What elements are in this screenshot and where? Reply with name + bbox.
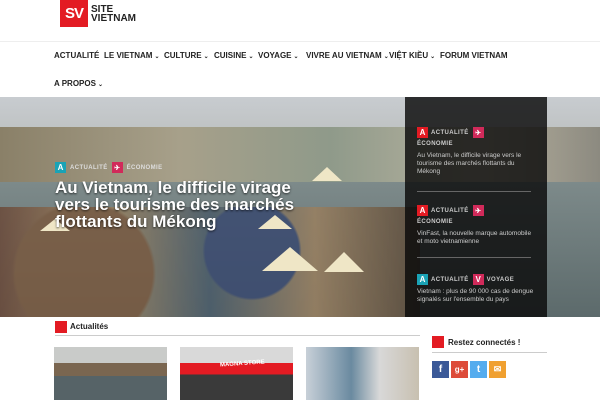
logo-line-2: VIETNAM (91, 12, 136, 24)
nav-item-culture[interactable]: CULTURE ⌄ (164, 51, 209, 60)
news-section-header: Actualités (55, 320, 420, 336)
hero-title[interactable]: Au Vietnam, le difficile virage vers le … (55, 179, 300, 230)
site-header: SV SITE VIETNAM (0, 0, 600, 42)
story-item[interactable]: A ACTUALITÉ V VOYAGE Vietnam : plus de 9… (417, 274, 535, 304)
chevron-down-icon: ⌄ (97, 82, 103, 88)
hero-categories: A ACTUALITÉ ✈ ÉCONOMIE (55, 162, 166, 173)
story-category[interactable]: ÉCONOMIE (417, 219, 453, 225)
chevron-down-icon: ⌄ (248, 54, 254, 60)
widget-title: Restez connectés ! (448, 338, 521, 347)
divider (432, 352, 547, 353)
logo-mark: SV (60, 0, 88, 27)
google-plus-icon[interactable]: g+ (451, 361, 468, 378)
nav-item-viet-kieu[interactable]: VIỆT KIỀU ⌄ (389, 51, 435, 60)
plane-icon: ✈ (111, 162, 123, 173)
plane-icon: ✈ (472, 127, 484, 138)
nav-item-a-propos[interactable]: A PROPOS ⌄ (54, 79, 103, 88)
story-item[interactable]: A ACTUALITÉ ✈ ÉCONOMIE Au Vietnam, le di… (417, 127, 535, 176)
story-item[interactable]: A ACTUALITÉ ✈ ÉCONOMIE VinFast, la nouve… (417, 205, 535, 246)
twitter-icon[interactable]: t (470, 361, 487, 378)
nav-item-le-vietnam[interactable]: LE VIETNAM ⌄ (104, 51, 159, 60)
nav-item-label: VIỆT KIỀU (389, 51, 429, 60)
nav-item-voyage[interactable]: VOYAGE ⌄ (258, 51, 299, 60)
bell-icon (55, 321, 67, 333)
pen-icon (432, 336, 444, 348)
nav-item-label: VOYAGE (258, 51, 292, 60)
category-badge-icon: A (417, 127, 428, 138)
divider (417, 257, 531, 258)
nav-item-label: CULTURE (164, 51, 202, 60)
category-badge-icon: V (472, 274, 484, 285)
nav-item-label: CUISINE (214, 51, 247, 60)
social-widget-header: Restez connectés ! (432, 334, 547, 354)
section-title: Actualités (70, 322, 109, 331)
story-category[interactable]: ÉCONOMIE (417, 141, 453, 147)
hero-category[interactable]: ACTUALITÉ (70, 165, 108, 171)
news-thumbnail[interactable] (306, 347, 419, 400)
facebook-icon[interactable]: f (432, 361, 449, 378)
chevron-down-icon: ⌄ (430, 54, 436, 60)
story-category[interactable]: ACTUALITÉ (431, 208, 469, 214)
hero-story-list: A ACTUALITÉ ✈ ÉCONOMIE Au Vietnam, le di… (405, 97, 547, 317)
news-thumbnail[interactable]: MAGNA STORE (180, 347, 293, 400)
chevron-down-icon: ⌄ (154, 54, 160, 60)
thumbnail-sign: MAGNA STORE (219, 359, 265, 369)
divider (417, 191, 531, 192)
social-links: f g+ t ✉ (432, 361, 508, 378)
chevron-down-icon: ⌄ (203, 54, 209, 60)
divider (55, 335, 420, 336)
nav-item-forum-vietnam[interactable]: FORUM VIETNAM (440, 51, 508, 60)
nav-item-actualite[interactable]: ACTUALITÉ (54, 51, 99, 60)
chevron-down-icon: ⌄ (383, 54, 389, 60)
nav-item-label: VIVRE AU VIETNAM (306, 51, 382, 60)
plane-icon: ✈ (472, 205, 484, 216)
category-badge-icon: A (417, 274, 428, 285)
category-badge-icon: A (55, 162, 66, 173)
nav-item-label: A PROPOS (54, 79, 96, 88)
story-category[interactable]: ACTUALITÉ (431, 277, 469, 283)
story-title[interactable]: VinFast, la nouvelle marque automobile e… (417, 230, 535, 246)
hero-category[interactable]: ÉCONOMIE (127, 165, 163, 171)
story-title[interactable]: Vietnam : plus de 90 000 cas de dengue s… (417, 288, 535, 304)
story-category[interactable]: ACTUALITÉ (431, 130, 469, 136)
story-title[interactable]: Au Vietnam, le difficile virage vers le … (417, 152, 535, 176)
category-badge-icon: A (417, 205, 428, 216)
nav-item-label: FORUM VIETNAM (440, 51, 508, 60)
story-category[interactable]: VOYAGE (487, 277, 515, 283)
main-nav: ACTUALITÉ LE VIETNAM ⌄ CULTURE ⌄ CUISINE ⌄ … (50, 42, 550, 98)
nav-item-label: LE VIETNAM (104, 51, 153, 60)
logo-text: SITE VIETNAM (91, 4, 151, 24)
news-thumbnail[interactable] (54, 347, 167, 400)
nav-item-cuisine[interactable]: CUISINE ⌄ (214, 51, 253, 60)
email-icon[interactable]: ✉ (489, 361, 506, 378)
site-logo[interactable]: SV SITE VIETNAM (60, 0, 151, 27)
nav-item-label: ACTUALITÉ (54, 51, 100, 60)
nav-item-vivre-au-vietnam[interactable]: VIVRE AU VIETNAM ⌄ (306, 51, 389, 60)
chevron-down-icon: ⌄ (293, 54, 299, 60)
